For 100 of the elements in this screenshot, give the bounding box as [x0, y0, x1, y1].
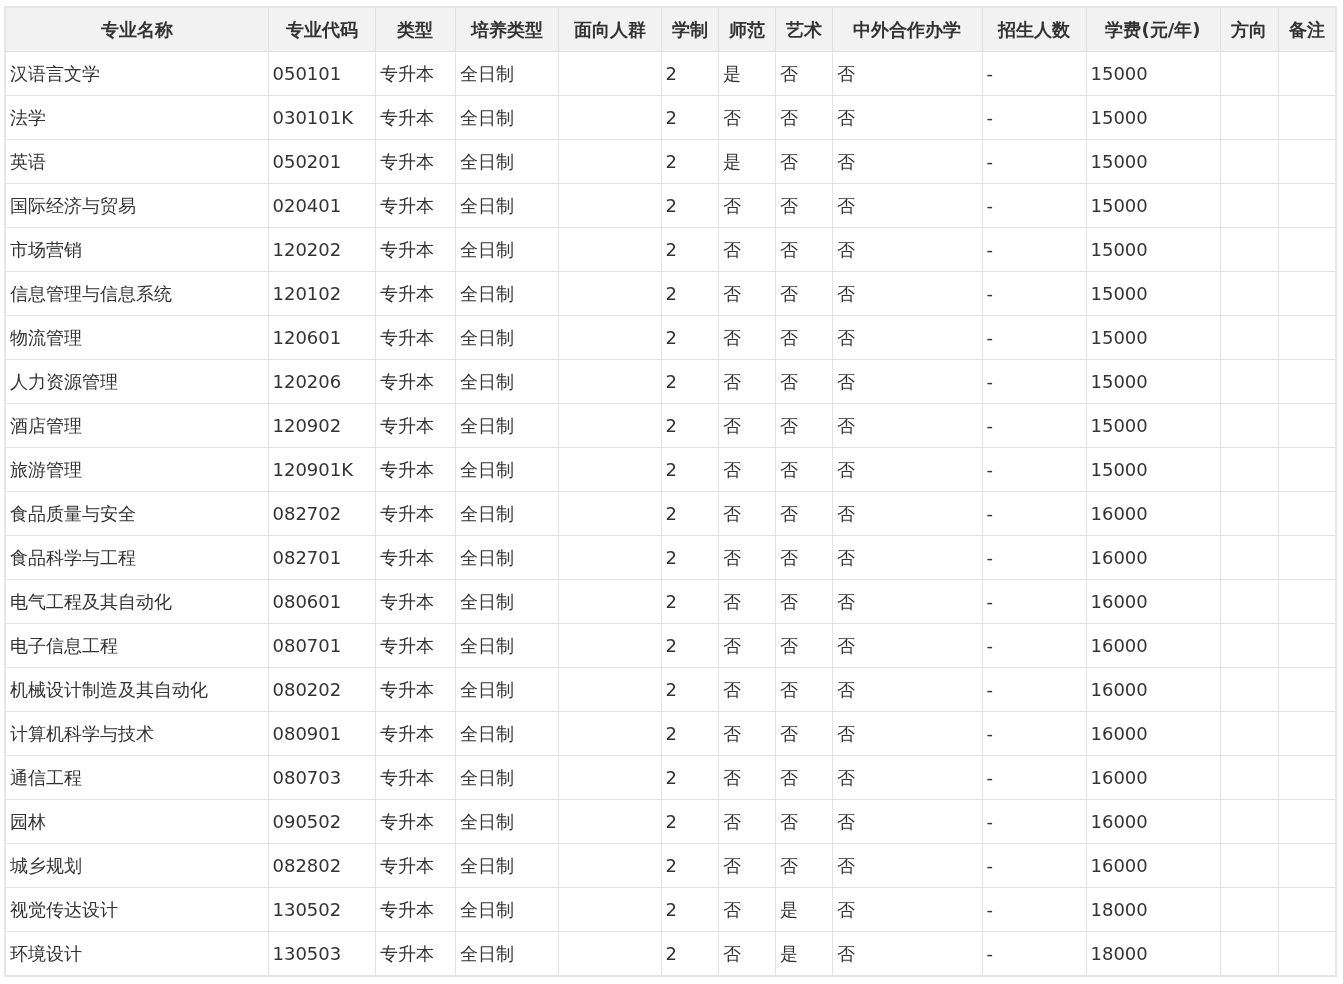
table-cell: 2	[661, 623, 718, 668]
table-cell: 否	[775, 51, 832, 96]
table-cell: 16000	[1086, 535, 1220, 580]
table-cell: 否	[832, 271, 982, 316]
column-header: 专业名称	[5, 7, 268, 52]
table-cell: 否	[718, 227, 775, 272]
table-cell: 2	[661, 271, 718, 316]
table-cell: 082701	[268, 535, 375, 580]
table-cell: 专升本	[375, 271, 455, 316]
table-cell: 英语	[5, 139, 268, 184]
table-cell: 否	[832, 359, 982, 404]
table-cell: 否	[718, 535, 775, 580]
table-cell: 否	[718, 95, 775, 140]
table-cell: -	[982, 271, 1086, 316]
table-cell: 全日制	[455, 183, 558, 228]
table-cell: 16000	[1086, 491, 1220, 536]
column-header: 备注	[1278, 7, 1336, 52]
table-cell: -	[982, 139, 1086, 184]
table-cell: -	[982, 755, 1086, 800]
table-cell: 否	[775, 95, 832, 140]
table-cell: 082702	[268, 491, 375, 536]
table-cell: 16000	[1086, 711, 1220, 756]
table-cell: 专升本	[375, 843, 455, 888]
table-cell: 15000	[1086, 359, 1220, 404]
table-cell: 电气工程及其自动化	[5, 579, 268, 624]
table-cell: 否	[775, 667, 832, 712]
table-cell: 2	[661, 579, 718, 624]
table-cell: -	[982, 447, 1086, 492]
table-cell: 否	[832, 887, 982, 932]
table-cell: 否	[775, 359, 832, 404]
table-cell: 全日制	[455, 227, 558, 272]
table-cell: 园林	[5, 799, 268, 844]
table-cell: 否	[832, 755, 982, 800]
table-cell: -	[982, 403, 1086, 448]
table-cell: 否	[775, 447, 832, 492]
table-cell: 全日制	[455, 139, 558, 184]
table-cell: 18000	[1086, 887, 1220, 932]
table-cell: 15000	[1086, 447, 1220, 492]
table-cell: 否	[832, 711, 982, 756]
table-cell: 否	[718, 271, 775, 316]
table-cell: 080901	[268, 711, 375, 756]
column-header: 类型	[375, 7, 455, 52]
table-cell: 专升本	[375, 623, 455, 668]
table-cell: 是	[775, 887, 832, 932]
table-cell: 16000	[1086, 799, 1220, 844]
table-cell: 否	[832, 799, 982, 844]
table-cell: 否	[832, 447, 982, 492]
table-cell: 否	[775, 799, 832, 844]
table-cell: 专升本	[375, 755, 455, 800]
table-cell: 2	[661, 711, 718, 756]
table-cell: 否	[832, 315, 982, 360]
table-cell: -	[982, 359, 1086, 404]
table-cell: 16000	[1086, 843, 1220, 888]
table-cell: 2	[661, 447, 718, 492]
column-header: 中外合作办学	[832, 7, 982, 52]
column-header: 方向	[1220, 7, 1278, 52]
table-cell: 否	[832, 183, 982, 228]
table-cell: 否	[832, 139, 982, 184]
table-cell: 否	[832, 535, 982, 580]
table-cell: -	[982, 843, 1086, 888]
table-cell: 否	[718, 755, 775, 800]
table-cell: -	[982, 887, 1086, 932]
table-cell: 全日制	[455, 711, 558, 756]
table-cell: 否	[775, 315, 832, 360]
column-header: 学费(元/年)	[1086, 7, 1220, 52]
table-cell: 物流管理	[5, 315, 268, 360]
table-cell: 否	[775, 227, 832, 272]
table-cell: 否	[832, 843, 982, 888]
table-cell: 080601	[268, 579, 375, 624]
table-cell: 否	[832, 579, 982, 624]
table-cell: 否	[775, 755, 832, 800]
table-cell: -	[982, 667, 1086, 712]
table-cell: 否	[775, 139, 832, 184]
table-cell: 是	[718, 139, 775, 184]
column-header: 面向人群	[558, 7, 661, 52]
table-cell: 全日制	[455, 447, 558, 492]
table-cell: 否	[718, 403, 775, 448]
table-cell: 否	[775, 623, 832, 668]
table-cell: 15000	[1086, 51, 1220, 96]
table-cell: 否	[718, 491, 775, 536]
table-cell: 15000	[1086, 403, 1220, 448]
column-header: 培养类型	[455, 7, 558, 52]
table-cell: 专升本	[375, 887, 455, 932]
table-cell: 120102	[268, 271, 375, 316]
table-cell: 2	[661, 227, 718, 272]
table-cell: 16000	[1086, 623, 1220, 668]
table-cell: 16000	[1086, 667, 1220, 712]
table-cell: -	[982, 51, 1086, 96]
table-cell: -	[982, 623, 1086, 668]
table-cell: 2	[661, 359, 718, 404]
table-cell: 否	[718, 843, 775, 888]
table-cell: 否	[832, 667, 982, 712]
table-cell: 否	[718, 667, 775, 712]
table-cell: -	[982, 799, 1086, 844]
table-cell: 食品科学与工程	[5, 535, 268, 580]
table-cell: 120206	[268, 359, 375, 404]
table-cell: 专升本	[375, 447, 455, 492]
table-cell: 全日制	[455, 799, 558, 844]
table-cell: 否	[832, 95, 982, 140]
table-cell: 全日制	[455, 623, 558, 668]
